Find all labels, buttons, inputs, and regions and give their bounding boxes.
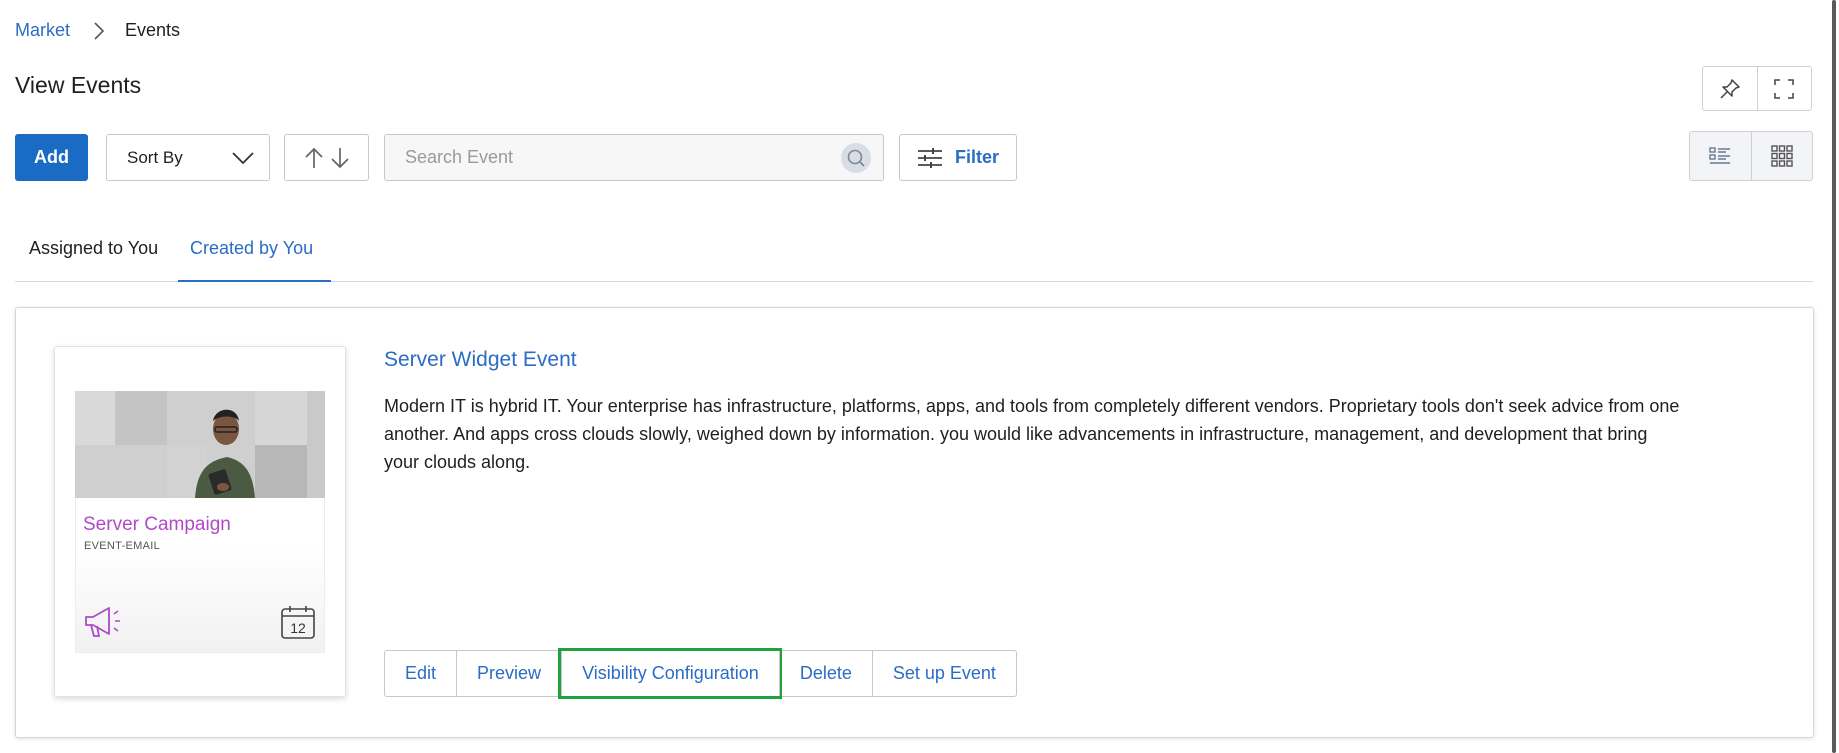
pin-button[interactable] (1703, 67, 1757, 110)
sort-down-icon (330, 147, 349, 168)
event-description: Modern IT is hybrid IT. Your enterprise … (384, 396, 1680, 472)
view-toggle-group (1689, 131, 1813, 181)
list-view-icon (1709, 147, 1731, 164)
add-button[interactable]: Add (15, 134, 88, 181)
event-thumbnail-image (75, 391, 325, 498)
filter-sliders-icon (917, 147, 942, 168)
search-button[interactable] (841, 142, 871, 173)
search-input[interactable] (405, 147, 825, 168)
chevron-right-icon (92, 21, 106, 41)
vertical-scrollbar[interactable] (1832, 0, 1836, 753)
thumbnail-subtitle: EVENT-EMAIL (84, 540, 161, 552)
filter-button[interactable]: Filter (899, 134, 1017, 181)
calendar-day: 12 (290, 620, 306, 636)
fullscreen-icon (1774, 78, 1794, 99)
page-title: View Events (15, 72, 142, 98)
edit-button[interactable]: Edit (385, 651, 456, 696)
sort-up-icon (304, 147, 323, 168)
breadcrumb-market-link[interactable]: Market (15, 20, 70, 41)
sort-by-dropdown[interactable]: Sort By (106, 134, 270, 181)
pin-icon (1720, 78, 1740, 99)
active-tab-indicator (178, 280, 331, 282)
thumbnail-title: Server Campaign (83, 514, 231, 535)
sort-order-toggle[interactable] (284, 134, 369, 181)
page-actions-group (1702, 66, 1812, 111)
search-box (384, 134, 884, 181)
tab-assigned-to-you[interactable]: Assigned to You (29, 238, 158, 259)
filter-label: Filter (954, 147, 999, 167)
tab-created-by-you[interactable]: Created by You (190, 238, 313, 259)
chevron-down-icon (232, 151, 254, 164)
sort-by-label: Sort By (127, 147, 183, 167)
event-actions: Edit Preview Visibility Configuration De… (384, 648, 1017, 699)
breadcrumb-current: Events (125, 20, 181, 40)
set-up-event-button[interactable]: Set up Event (871, 651, 1016, 696)
grid-view-icon (1771, 145, 1793, 167)
visibility-configuration-button[interactable]: Visibility Configuration (558, 648, 782, 699)
fullscreen-button[interactable] (1756, 67, 1812, 110)
list-view-button[interactable] (1690, 132, 1751, 180)
preview-button[interactable]: Preview (456, 651, 561, 696)
event-title-link[interactable]: Server Widget Event (384, 348, 577, 372)
delete-button[interactable]: Delete (778, 651, 872, 696)
megaphone-icon (83, 604, 125, 645)
calendar-icon: 12 (280, 604, 316, 645)
grid-view-button[interactable] (1750, 132, 1813, 180)
search-icon (847, 149, 865, 167)
